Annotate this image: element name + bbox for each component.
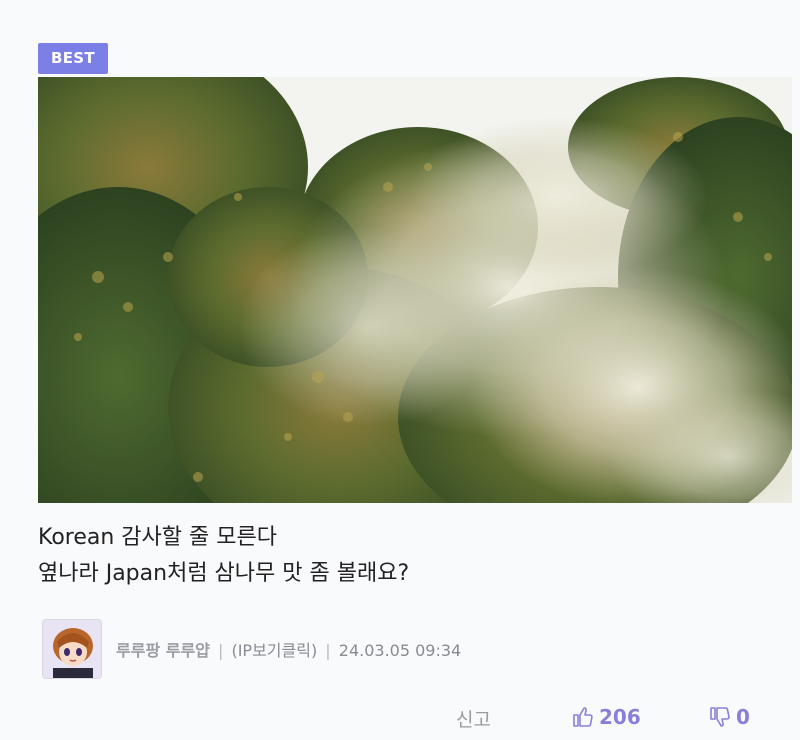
post-title-line-1[interactable]: Korean 감사할 줄 모른다 [38, 520, 778, 556]
post-title[interactable]: Korean 감사할 줄 모른다 옆나라 Japan처럼 삼나무 맛 좀 볼래요… [38, 520, 778, 592]
timestamp: 24.03.05 09:34 [338, 641, 462, 660]
ip-view-link[interactable]: (IP보기클릭) [231, 641, 317, 660]
thumbs-down-icon [710, 707, 730, 727]
post-card: BEST Korean 감사할 줄 모른다 옆나라 Japan처럼 삼나무 맛 … [0, 0, 800, 740]
post-meta: 루루팡 루루얍 | (IP보기클릭) | 24.03.05 09:34 [42, 618, 461, 680]
post-title-line-2[interactable]: 옆나라 Japan처럼 삼나무 맛 좀 볼래요? [38, 556, 778, 592]
dislike-button[interactable]: 0 [708, 705, 750, 729]
report-button[interactable]: 신고 [456, 705, 491, 732]
thumbs-up-icon [573, 707, 593, 727]
post-actions: 신고 206 0 [0, 705, 800, 737]
avatar[interactable] [42, 619, 102, 679]
like-button[interactable]: 206 [571, 705, 641, 729]
best-badge: BEST [38, 43, 108, 74]
meta-text: 루루팡 루루얍 | (IP보기클릭) | 24.03.05 09:34 [116, 637, 461, 661]
author-name[interactable]: 루루팡 루루얍 [116, 641, 210, 660]
meta-separator: | [217, 641, 224, 660]
dislike-count: 0 [736, 705, 750, 729]
meta-separator: | [325, 641, 331, 660]
like-count: 206 [599, 705, 641, 729]
post-image[interactable] [38, 77, 792, 503]
